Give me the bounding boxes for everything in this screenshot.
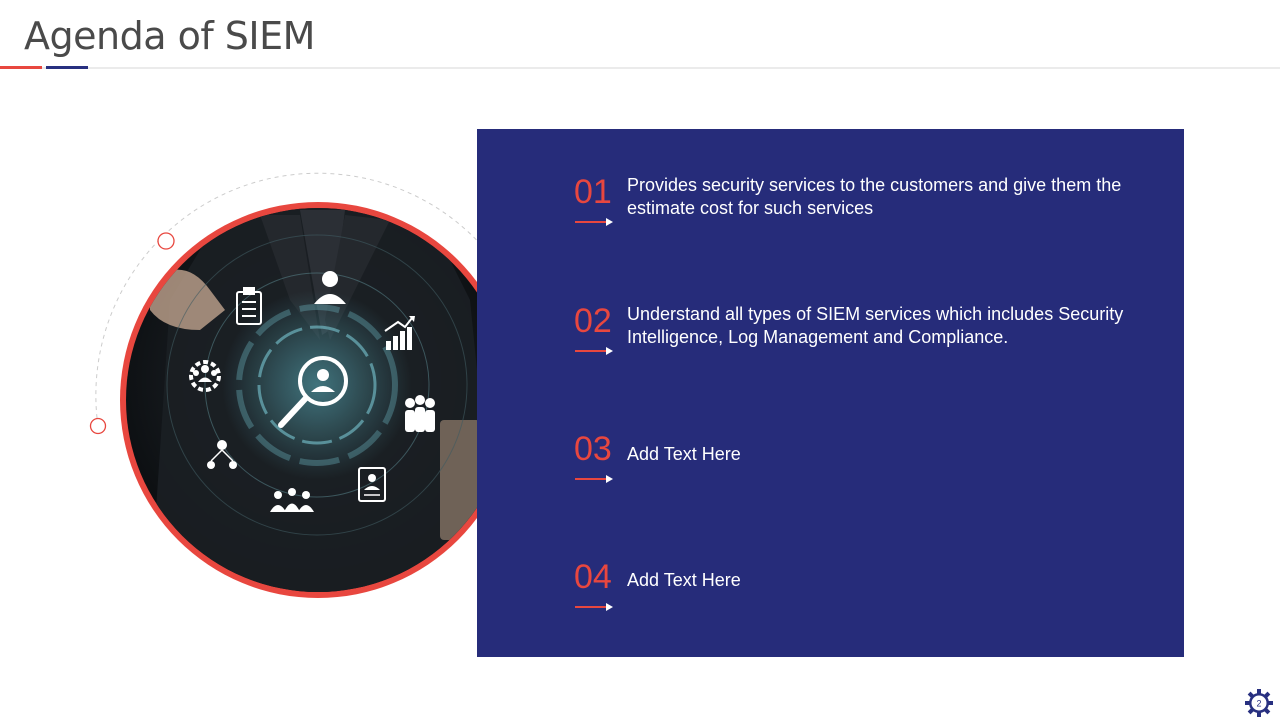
- agenda-number: 03: [574, 430, 612, 468]
- arrow-icon: [606, 475, 613, 483]
- agenda-text: Provides security services to the custom…: [627, 175, 1122, 218]
- agenda-item: 01 Provides security services to the cus…: [574, 173, 1134, 234]
- agenda-text: Add Text Here: [627, 444, 741, 464]
- group-icon: [405, 395, 435, 432]
- agenda-number: 02: [574, 302, 612, 340]
- agenda-item: 04 Add Text Here: [574, 558, 1134, 619]
- agenda-text: Add Text Here: [627, 570, 741, 590]
- gear-icon: 2: [1245, 689, 1273, 717]
- agenda-number: 04: [574, 558, 612, 596]
- agenda-panel: 01 Provides security services to the cus…: [477, 129, 1184, 657]
- arrow-icon: [606, 347, 613, 355]
- agenda-underline: [575, 221, 607, 223]
- agenda-item: 03 Add Text Here: [574, 430, 1134, 491]
- agenda-item: 02 Understand all types of SIEM services…: [574, 302, 1134, 363]
- arrow-icon: [606, 218, 613, 226]
- arrow-icon: [606, 603, 613, 611]
- orbit-dot: [157, 232, 175, 250]
- orbit-dot: [89, 417, 107, 435]
- agenda-text: Understand all types of SIEM services wh…: [627, 304, 1124, 347]
- agenda-underline: [575, 478, 607, 480]
- agenda-underline: [575, 606, 607, 608]
- agenda-underline: [575, 350, 607, 352]
- page-number: 2: [1256, 699, 1261, 709]
- agenda-number: 01: [574, 173, 612, 211]
